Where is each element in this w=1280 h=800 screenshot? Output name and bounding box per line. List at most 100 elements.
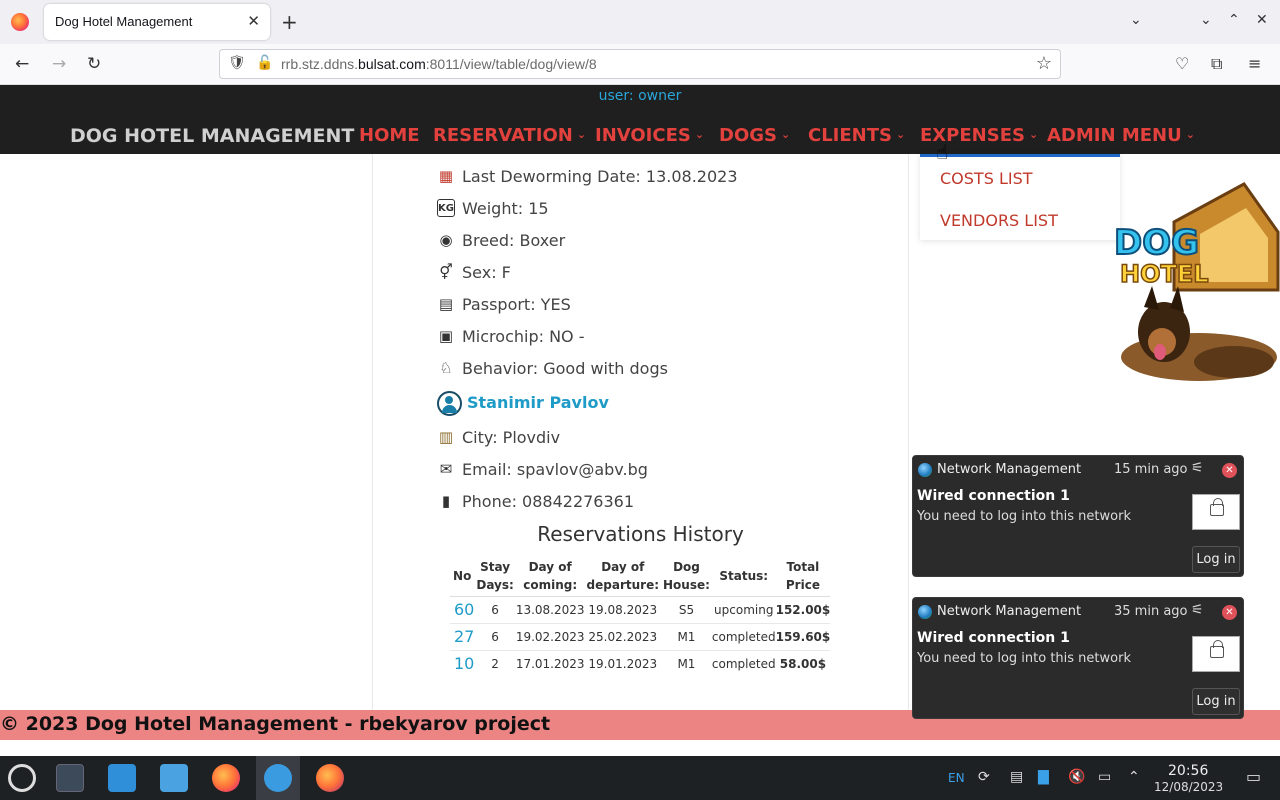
reservation-link[interactable]: 27 xyxy=(450,622,475,650)
chevron-down-icon: ⌄ xyxy=(576,128,587,141)
firefox-window-icon[interactable] xyxy=(316,764,344,792)
log-in-button[interactable]: Log in xyxy=(1192,546,1240,573)
reload-icon[interactable]: ↻ xyxy=(87,54,101,74)
keyboard-layout[interactable]: EN xyxy=(948,771,965,785)
menu-home[interactable]: HOME xyxy=(359,125,420,146)
dog-behavior: Behavior: Good with dogs xyxy=(462,359,668,378)
close-tab-icon[interactable]: ✕ xyxy=(247,12,260,30)
city-buildings-icon: ▥ xyxy=(438,428,454,446)
firefox-icon[interactable] xyxy=(11,13,29,31)
log-in-button[interactable]: Log in xyxy=(1192,688,1240,715)
bookmark-star-icon[interactable]: ☆ xyxy=(1036,53,1052,74)
reservation-link[interactable]: 10 xyxy=(450,649,475,677)
firefox-taskbar-icon[interactable] xyxy=(212,764,240,792)
dog-weight: Weight: 15 xyxy=(462,199,549,218)
col-dog-house: Dog House: xyxy=(661,556,712,597)
notification-popup[interactable]: Network Management 35 min ago ⚟ ✕ Wired … xyxy=(912,597,1244,719)
chevron-down-icon: ⌄ xyxy=(694,128,705,141)
menu-admin[interactable]: ADMIN MENU ⌄ xyxy=(1047,125,1195,146)
owner-name-link[interactable]: Stanimir Pavlov xyxy=(467,393,609,412)
dog-microchip: Microchip: NO - xyxy=(462,327,585,346)
tab-list-icon[interactable]: ⌄ xyxy=(1130,12,1142,28)
logo-text-dog: DOG xyxy=(1114,223,1199,263)
notification-title: Wired connection 1 xyxy=(917,488,1070,504)
col-status: Status: xyxy=(711,556,776,597)
close-window-icon[interactable]: ✕ xyxy=(1256,12,1268,28)
dog-face-icon: ◉ xyxy=(439,231,453,249)
vendors-list-link[interactable]: VENDORS LIST xyxy=(940,211,1058,230)
weight-icon: KG xyxy=(437,199,455,217)
notification-time: 15 min ago xyxy=(1114,462,1188,477)
notification-app-name: Network Management xyxy=(937,462,1082,477)
settings-sliders-icon[interactable]: ⚟ xyxy=(1191,460,1204,476)
brand-title[interactable]: DOG HOTEL MANAGEMENT xyxy=(70,125,354,147)
krdc-icon[interactable] xyxy=(264,764,292,792)
new-tab-icon[interactable]: + xyxy=(281,10,298,34)
day-departure: 25.02.2023 xyxy=(584,622,661,650)
update-icon[interactable]: ⟳ xyxy=(978,769,990,785)
col-total-price: Total Price xyxy=(775,556,831,597)
minimize-icon[interactable]: ⌄ xyxy=(1200,12,1212,28)
table-row: 60 6 13.08.2023 19.08.2023 S5 upcoming 1… xyxy=(450,595,831,623)
day-coming: 17.01.2023 xyxy=(515,649,585,677)
browser-tab[interactable]: Dog Hotel Management ✕ xyxy=(44,4,270,40)
col-day-coming: Day of coming: xyxy=(515,556,585,597)
clipboard-icon[interactable]: ▤ xyxy=(1010,769,1023,785)
col-no: No xyxy=(450,556,475,597)
reservations-table: No Stay Days: Day of coming: Day of departu… xyxy=(450,556,831,677)
extensions-icon[interactable]: ⧉ xyxy=(1211,54,1222,74)
discover-store-icon[interactable] xyxy=(108,764,136,792)
insecure-lock-icon[interactable]: 🔓 xyxy=(256,55,273,71)
dog-hotel-logo: DOG HOTEL xyxy=(1104,182,1280,402)
reservation-link[interactable]: 60 xyxy=(450,595,475,623)
file-manager-icon[interactable] xyxy=(160,764,188,792)
tray-expand-icon[interactable]: ⌃ xyxy=(1128,769,1140,785)
url-bar[interactable]: 🛡 🔓 rrb.stz.ddns.bulsat.com:8011/view/ta… xyxy=(219,49,1061,79)
dog-sex: Sex: F xyxy=(462,263,511,282)
col-day-departure: Day of departure: xyxy=(584,556,661,597)
lock-icon xyxy=(1210,498,1224,516)
close-icon[interactable]: ✕ xyxy=(1222,463,1237,478)
user-label: user: owner xyxy=(598,88,682,104)
notification-popup[interactable]: Network Management 15 min ago ⚟ ✕ Wired … xyxy=(912,455,1244,577)
stay-days: 6 xyxy=(474,622,516,650)
microchip-icon: ▣ xyxy=(438,327,454,345)
dog-passport: Passport: YES xyxy=(462,295,571,314)
pocket-icon[interactable]: ♡ xyxy=(1175,54,1189,73)
hamburger-menu-icon[interactable]: ≡ xyxy=(1248,54,1261,73)
chevron-down-icon: ⌄ xyxy=(780,128,791,141)
day-departure: 19.01.2023 xyxy=(584,649,661,677)
owner-phone: Phone: 08842276361 xyxy=(462,492,635,511)
network-icon[interactable]: ▭ xyxy=(1098,769,1111,785)
volume-muted-icon[interactable]: 🔇 xyxy=(1068,769,1085,785)
dog-house: M1 xyxy=(661,649,712,677)
clock-time[interactable]: 20:56 xyxy=(1168,763,1208,779)
forward-icon[interactable]: → xyxy=(52,54,66,74)
status: upcoming xyxy=(711,595,776,623)
show-desktop-icon[interactable]: ▭ xyxy=(1246,767,1261,786)
behavior-icon: ♘ xyxy=(439,359,453,377)
shield-icon[interactable]: 🛡 xyxy=(228,55,246,71)
system-settings-icon[interactable] xyxy=(56,764,84,792)
menu-dogs[interactable]: DOGS ⌄ xyxy=(719,125,790,146)
url-text[interactable]: rrb.stz.ddns.bulsat.com:8011/view/table/… xyxy=(281,56,597,72)
settings-sliders-icon[interactable]: ⚟ xyxy=(1191,602,1204,618)
close-icon[interactable]: ✕ xyxy=(1222,605,1237,620)
day-coming: 19.02.2023 xyxy=(515,622,585,650)
menu-invoices[interactable]: INVOICES ⌄ xyxy=(595,125,704,146)
chevron-down-icon: ⌄ xyxy=(895,128,906,141)
menu-clients[interactable]: CLIENTS ⌄ xyxy=(808,125,905,146)
clock-date[interactable]: 12/08/2023 xyxy=(1154,780,1223,794)
back-icon[interactable]: ← xyxy=(15,54,29,74)
notification-app-name: Network Management xyxy=(937,604,1082,619)
maximize-icon[interactable]: ⌃ xyxy=(1228,12,1240,28)
app-launcher-icon[interactable] xyxy=(8,764,36,792)
status: completed xyxy=(711,649,776,677)
stay-days: 2 xyxy=(474,649,516,677)
menu-reservation[interactable]: RESERVATION ⌄ xyxy=(433,125,586,146)
notifications-icon[interactable]: ▇ xyxy=(1038,769,1049,785)
dog-breed: Breed: Boxer xyxy=(462,231,566,250)
total-price: 58.00$ xyxy=(775,649,831,677)
browser-tab-bar: Dog Hotel Management ✕ + ⌄ ⌄ ⌃ ✕ xyxy=(0,0,1280,44)
costs-list-link[interactable]: COSTS LIST xyxy=(940,169,1033,188)
